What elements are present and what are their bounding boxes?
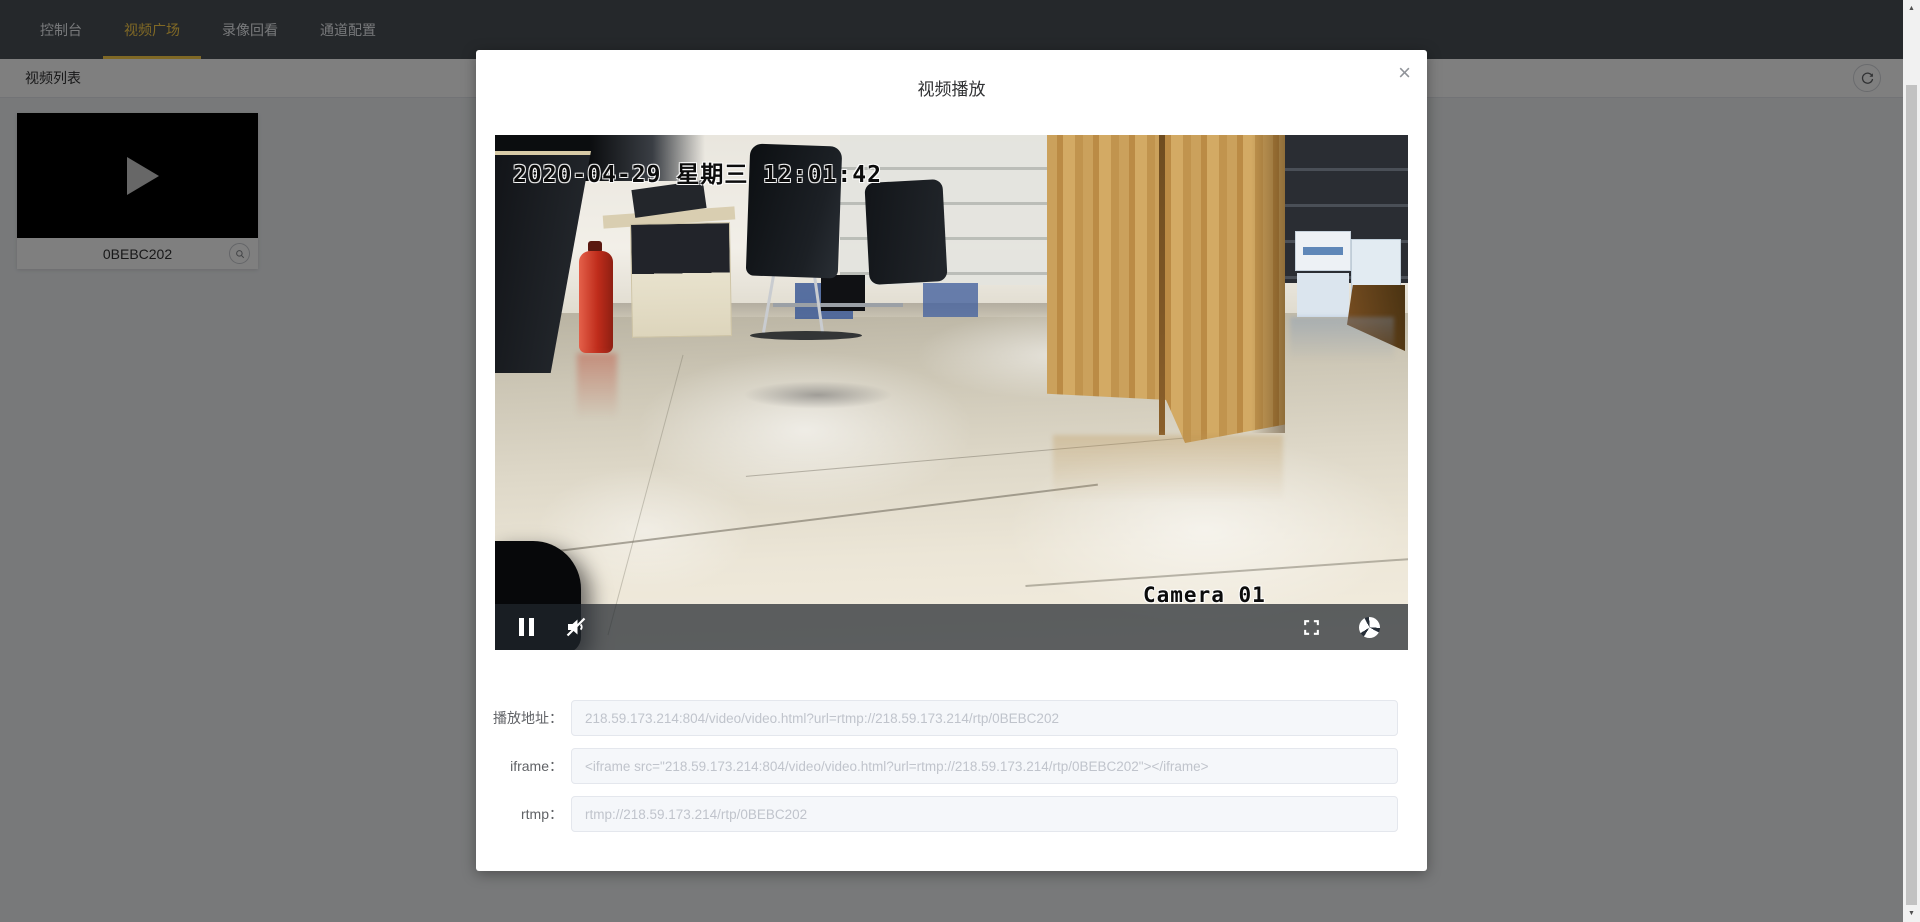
fullscreen-icon — [1302, 618, 1321, 637]
iframe-input[interactable] — [571, 748, 1398, 784]
scrollbar-up-button[interactable]: ▲ — [1903, 0, 1920, 17]
play-address-label: 播放地址： — [476, 708, 571, 728]
shutter-icon — [1359, 617, 1380, 638]
mute-button[interactable] — [564, 615, 588, 639]
pause-icon — [519, 618, 534, 636]
rtmp-input[interactable] — [571, 796, 1398, 832]
rtmp-label: rtmp： — [476, 804, 571, 824]
scrollbar-down-button[interactable]: ▼ — [1903, 905, 1920, 922]
dialog-title: 视频播放 — [476, 50, 1427, 100]
pause-button[interactable] — [511, 618, 534, 636]
video-surface[interactable] — [495, 135, 1408, 650]
player-control-bar — [495, 604, 1408, 650]
iframe-label: iframe： — [476, 756, 571, 776]
play-address-row: 播放地址： — [476, 700, 1427, 736]
rtmp-row: rtmp： — [476, 796, 1427, 832]
video-player: 2020-04-29 星期三 12:01:42 Camera 01 — [495, 135, 1408, 650]
page-scrollbar: ▲ ▼ — [1903, 0, 1920, 922]
video-play-dialog: 视频播放 × — [476, 50, 1427, 871]
scrollbar-thumb[interactable] — [1906, 85, 1917, 905]
muted-speaker-icon — [564, 615, 588, 639]
close-icon[interactable]: × — [1398, 62, 1411, 84]
fullscreen-button[interactable] — [1302, 618, 1321, 637]
play-address-input[interactable] — [571, 700, 1398, 736]
iframe-row: iframe： — [476, 748, 1427, 784]
stream-address-fields: 播放地址： iframe： rtmp： — [476, 700, 1427, 844]
osd-timestamp: 2020-04-29 星期三 12:01:42 — [513, 155, 882, 189]
snapshot-button[interactable] — [1359, 617, 1392, 638]
